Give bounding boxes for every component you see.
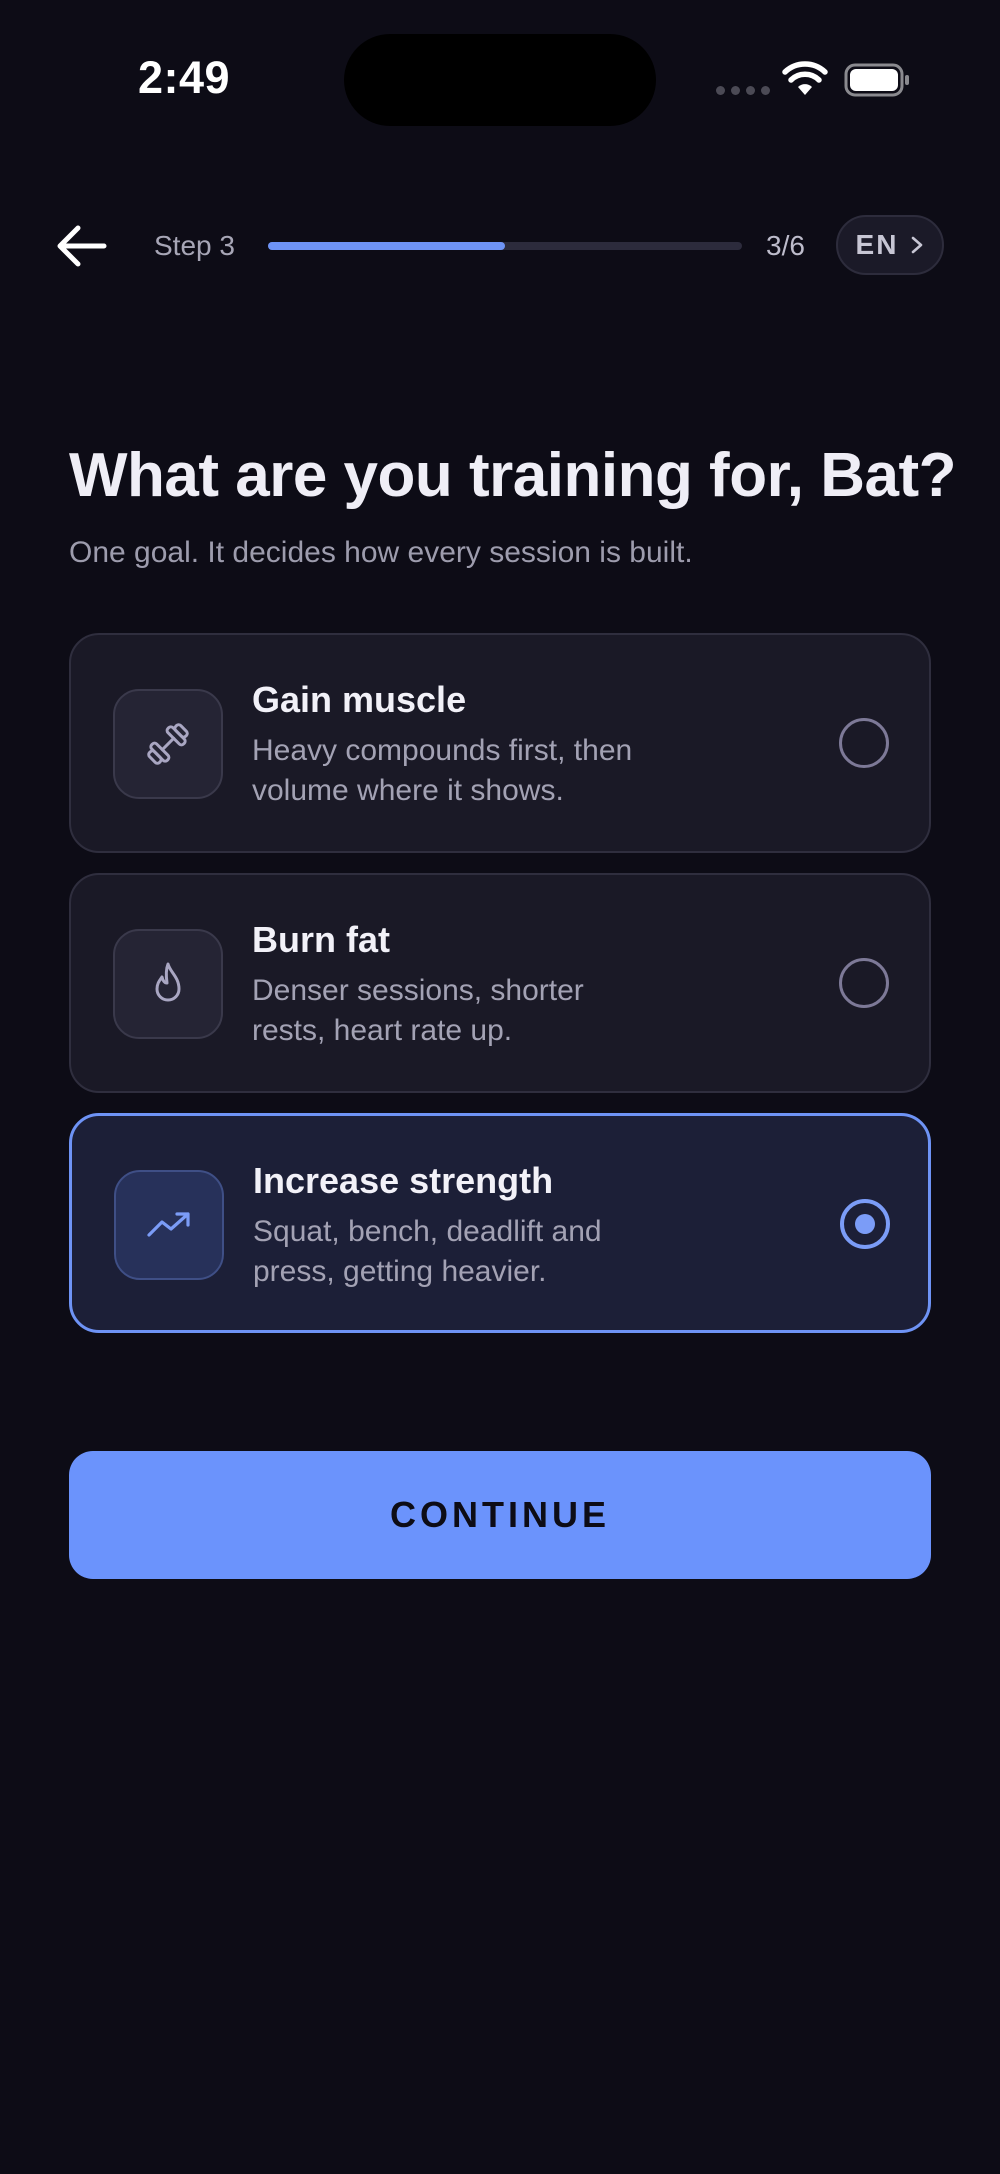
onboarding-screen: 2:49 Step 3 3/6 EN What are you training… bbox=[0, 0, 1000, 2174]
language-button[interactable]: EN bbox=[836, 215, 944, 275]
progress-fill bbox=[268, 242, 505, 250]
language-label: EN bbox=[855, 229, 899, 260]
option-title: Gain muscle bbox=[252, 679, 467, 720]
icon-tile bbox=[114, 1170, 224, 1280]
icon-tile bbox=[113, 929, 223, 1039]
cellular-signal-icon bbox=[716, 86, 770, 95]
icon-tile bbox=[113, 689, 223, 799]
page-subtitle: One goal. It decides how every session i… bbox=[69, 536, 693, 569]
option-increase-strength[interactable]: Increase strength Squat, bench, deadlift… bbox=[69, 1113, 931, 1333]
battery-icon bbox=[844, 63, 909, 97]
dynamic-island bbox=[344, 34, 656, 126]
wifi-icon bbox=[782, 61, 828, 95]
back-arrow-icon[interactable] bbox=[52, 222, 108, 270]
option-description: Heavy compounds first, then volume where… bbox=[252, 734, 633, 807]
flame-icon bbox=[155, 962, 181, 1002]
radio-dot bbox=[855, 1214, 875, 1234]
page-title: What are you training for, Bat? bbox=[69, 441, 957, 510]
option-description: Squat, bench, deadlift and press, gettin… bbox=[253, 1215, 602, 1288]
progress-bar bbox=[268, 242, 742, 250]
chevron-right-icon bbox=[912, 236, 923, 254]
option-title: Increase strength bbox=[253, 1160, 554, 1201]
radio-button[interactable] bbox=[839, 718, 889, 768]
option-description: Denser sessions, shorter rests, heart ra… bbox=[252, 974, 584, 1047]
trending-up-icon bbox=[147, 1212, 190, 1237]
option-burn-fat[interactable]: Burn fat Denser sessions, shorter rests,… bbox=[69, 873, 931, 1093]
radio-button-selected[interactable] bbox=[840, 1199, 890, 1249]
status-time: 2:49 bbox=[138, 52, 231, 103]
radio-button[interactable] bbox=[839, 958, 889, 1008]
dumbbell-icon bbox=[147, 723, 189, 765]
step-label: Step 3 bbox=[154, 230, 235, 261]
option-gain-muscle[interactable]: Gain muscle Heavy compounds first, then … bbox=[69, 633, 931, 853]
continue-button[interactable]: CONTINUE bbox=[69, 1451, 931, 1579]
option-title: Burn fat bbox=[252, 919, 390, 960]
step-count: 3/6 bbox=[766, 230, 805, 261]
